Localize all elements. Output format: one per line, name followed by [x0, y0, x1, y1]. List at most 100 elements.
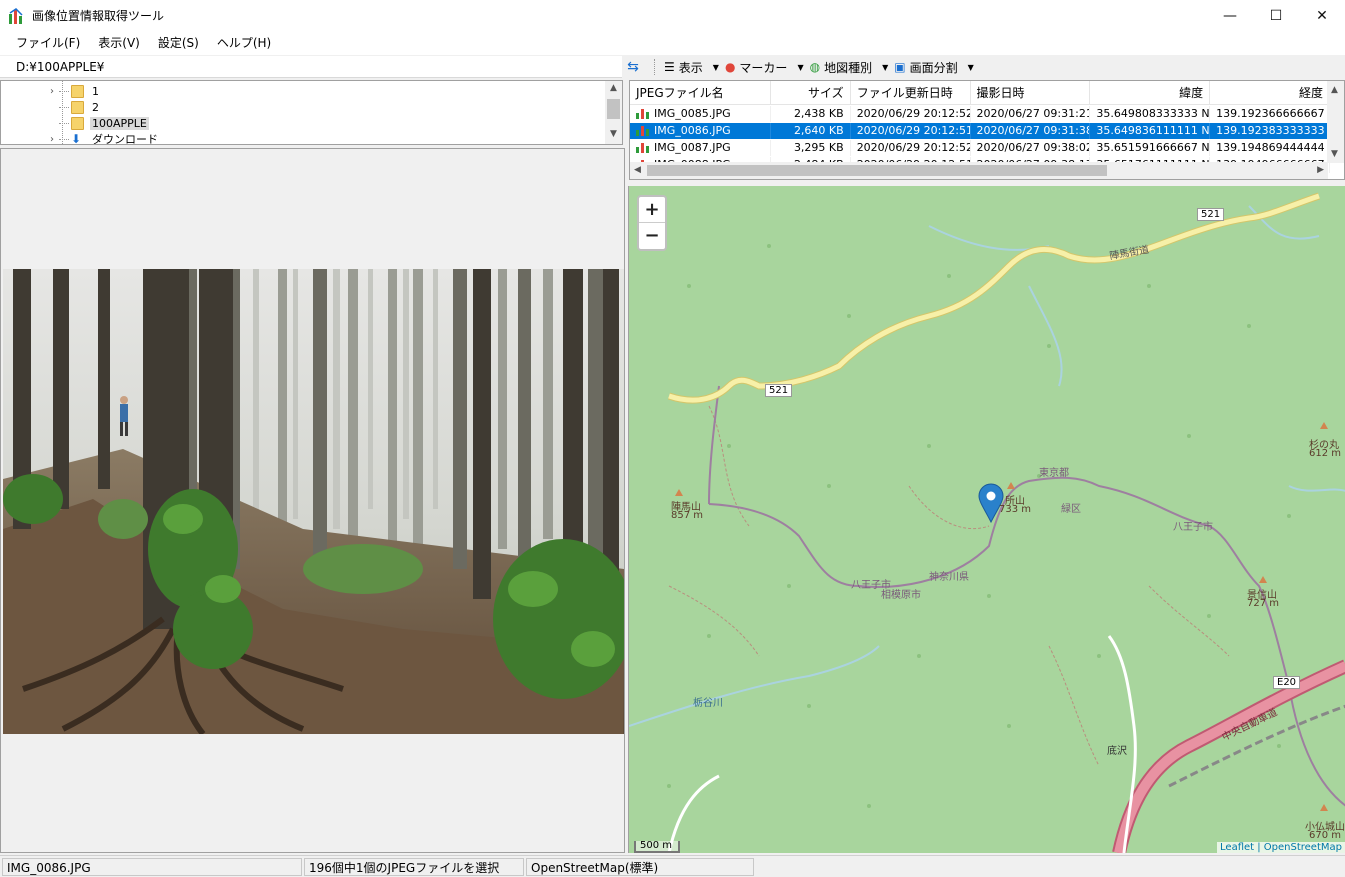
marker-button[interactable]: ● マーカー ▼ [725, 59, 804, 76]
table-row[interactable]: IMG_0085.JPG 2,438 KB 2020/06/29 20:12:5… [630, 106, 1330, 122]
file-size: 3,295 KB [771, 140, 851, 156]
menu-bar: ファイル(F) 表示(V) 設定(S) ヘルプ(H) [0, 31, 1345, 55]
file-list[interactable]: JPEGファイル名 サイズ ファイル更新日時 撮影日時 緯度 経度 IMG_00… [629, 80, 1345, 180]
display-button[interactable]: ☰ 表示 ▼ [664, 59, 719, 76]
file-size: 2,640 KB [771, 123, 851, 139]
file-list-header: JPEGファイル名 サイズ ファイル更新日時 撮影日時 緯度 経度 [630, 81, 1330, 105]
menu-settings[interactable]: 設定(S) [149, 31, 208, 55]
display-label: 表示 [678, 60, 703, 75]
list-icon: ☰ [664, 60, 675, 74]
admin-label: 東京都 [1039, 468, 1069, 479]
file-name: IMG_0086.JPG [654, 124, 731, 137]
column-latitude[interactable]: 緯度 [1090, 81, 1211, 105]
place-label: 底沢 [1107, 746, 1127, 757]
peak-elevation: 670 m [1309, 830, 1342, 841]
peak-elevation: 733 m [999, 504, 1032, 515]
menu-view[interactable]: 表示(V) [89, 31, 149, 55]
scroll-down-icon[interactable]: ▼ [1331, 149, 1338, 159]
window-title: 画像位置情報取得ツール [32, 9, 165, 23]
column-modified[interactable]: ファイル更新日時 [851, 81, 971, 105]
globe-icon: ◍ [809, 60, 821, 74]
app-icon [8, 7, 26, 25]
column-size[interactable]: サイズ [771, 81, 851, 105]
route-521-label: 521 [1197, 208, 1225, 221]
highway-shield: E20 [1273, 676, 1301, 689]
file-list-vscrollbar[interactable]: ▲ ▼ [1327, 81, 1344, 163]
menu-file[interactable]: ファイル(F) [7, 31, 89, 55]
title-bar: 画像位置情報取得ツール — ☐ ✕ [0, 0, 1345, 31]
file-taken: 2020/06/27 09:31:38 [971, 123, 1091, 139]
map-view[interactable]: 521 521 陣馬山 857 m 所山 733 m 東京都 緑区 八王子市 八… [628, 186, 1345, 853]
scroll-left-icon[interactable]: ◀ [634, 165, 641, 175]
jpeg-file-icon [636, 124, 650, 136]
menu-help[interactable]: ヘルプ(H) [208, 31, 280, 55]
file-list-hscrollbar[interactable]: ◀ ▶ [630, 162, 1328, 179]
file-longitude: 139.194869444444 E [1210, 140, 1330, 156]
scroll-up-icon[interactable]: ▲ [605, 83, 622, 93]
map-type-button[interactable]: ◍ 地図種別 ▼ [810, 59, 889, 76]
split-view-button[interactable]: ▣ 画面分割 ▼ [894, 59, 974, 76]
scroll-down-icon[interactable]: ▼ [605, 129, 622, 139]
table-row[interactable]: IMG_0087.JPG 3,295 KB 2020/06/29 20:12:5… [630, 140, 1330, 156]
pin-icon: ● [724, 60, 736, 74]
file-modified: 2020/06/29 20:12:52 [851, 140, 971, 156]
chevron-right-icon[interactable]: › [45, 86, 59, 97]
tree-item-label: 100APPLE [90, 116, 149, 130]
tree-item[interactable]: › 1 [45, 83, 101, 99]
admin-label: 相模原市 [881, 590, 921, 601]
river-label: 栃谷川 [693, 698, 723, 709]
minimize-button[interactable]: — [1207, 0, 1253, 31]
file-latitude: 35.649808333333 N [1090, 106, 1211, 122]
maximize-button[interactable]: ☐ [1253, 0, 1299, 31]
tree-item[interactable]: 2 [59, 99, 101, 115]
photo-panel [0, 148, 625, 853]
toolbar: ☰ 表示 ▼ ● マーカー ▼ ◍ 地図種別 ▼ ▣ 画面分割 ▼ [648, 56, 980, 78]
chevron-down-icon: ▼ [882, 62, 889, 72]
file-name: IMG_0087.JPG [654, 141, 731, 154]
path-field[interactable]: D:¥100APPLE¥ [0, 56, 622, 78]
chevron-down-icon: ▼ [712, 62, 719, 72]
close-button[interactable]: ✕ [1299, 0, 1345, 31]
peak-elevation: 727 m [1247, 598, 1280, 609]
admin-label: 八王子市 [1173, 522, 1213, 533]
chevron-right-icon[interactable]: › [45, 134, 59, 145]
table-row-selected[interactable]: IMG_0086.JPG 2,640 KB 2020/06/29 20:12:5… [630, 123, 1330, 139]
tree-scrollbar[interactable]: ▲ ▼ [605, 81, 622, 144]
marker-label: マーカー [739, 60, 788, 75]
scroll-right-icon[interactable]: ▶ [1317, 165, 1324, 175]
sync-icon[interactable]: ⇆ [622, 56, 644, 78]
map-type-label: 地図種別 [824, 60, 873, 75]
jpeg-file-icon [636, 141, 650, 153]
path-text: D:¥100APPLE¥ [16, 59, 105, 74]
tree-item-label: 1 [92, 84, 99, 98]
map-attribution[interactable]: Leaflet | OpenStreetMap [1217, 842, 1345, 853]
file-name: IMG_0085.JPG [654, 107, 731, 120]
chevron-down-icon: ▼ [797, 62, 804, 72]
folder-icon [71, 84, 84, 98]
zoom-out-button[interactable]: − [639, 223, 665, 249]
tree-item-selected[interactable]: 100APPLE [59, 115, 149, 131]
column-longitude[interactable]: 経度 [1210, 81, 1330, 105]
download-icon: ⬇ [71, 131, 82, 145]
column-taken[interactable]: 撮影日時 [971, 81, 1091, 105]
split-icon: ▣ [894, 60, 906, 74]
column-filename[interactable]: JPEGファイル名 [630, 81, 771, 105]
tree-item-label: ダウンロード [92, 133, 158, 145]
file-latitude: 35.649836111111 N [1090, 123, 1211, 139]
status-selection: 196個中1個のJPEGファイルを選択 [304, 857, 524, 876]
folder-tree[interactable]: › 1 2 100APPLE › ⬇ ダウンロード ▲ ▼ [0, 80, 623, 145]
admin-label: 神奈川県 [929, 572, 969, 583]
split-view-label: 画面分割 [909, 60, 958, 75]
scroll-thumb[interactable] [647, 165, 1107, 176]
file-taken: 2020/06/27 09:31:21 [971, 106, 1091, 122]
photo-preview [3, 269, 624, 734]
tree-item[interactable]: › ⬇ ダウンロード [45, 131, 160, 145]
scroll-thumb[interactable] [607, 99, 620, 119]
map-scale: 500 m [634, 841, 680, 853]
scroll-up-icon[interactable]: ▲ [1331, 85, 1338, 95]
status-map-type: OpenStreetMap(標準) [526, 857, 754, 876]
peak-elevation: 857 m [671, 510, 704, 521]
folder-icon [71, 100, 84, 114]
file-taken: 2020/06/27 09:38:02 [971, 140, 1091, 156]
zoom-in-button[interactable]: + [639, 197, 665, 223]
